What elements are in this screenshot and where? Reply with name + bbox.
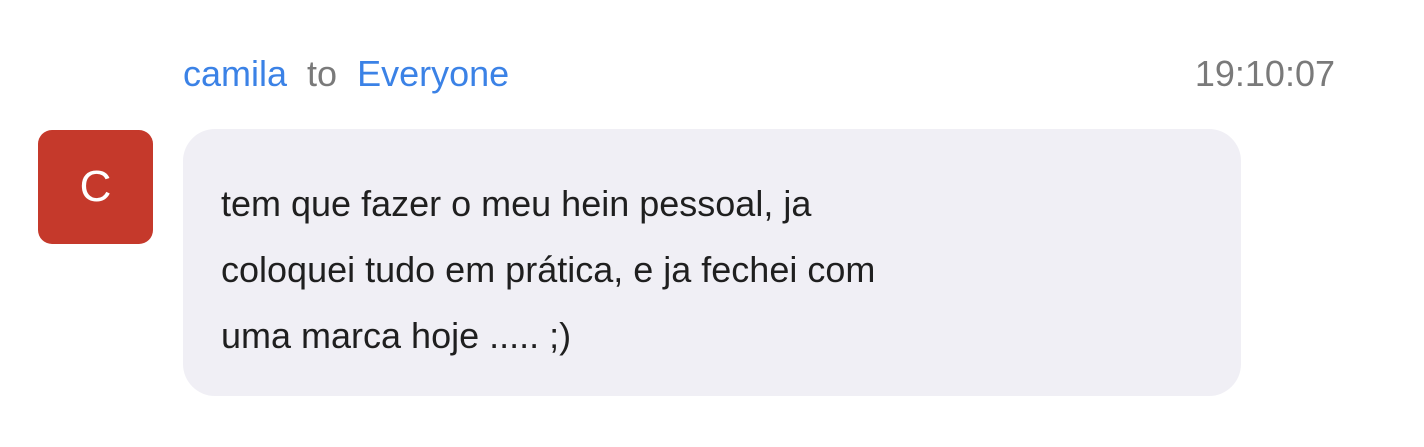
avatar-initial: C (79, 162, 112, 211)
message-bubble: tem que fazer o meu hein pessoal, ja col… (183, 129, 1241, 396)
message-header: camila to Everyone 19:10:07 (183, 50, 1335, 98)
recipient-link[interactable]: Everyone (357, 53, 509, 95)
message-timestamp: 19:10:07 (1194, 53, 1335, 94)
chat-message: camila to Everyone 19:10:07 C tem que fa… (0, 0, 1424, 447)
sender-name-link[interactable]: camila (183, 53, 287, 95)
message-text: tem que fazer o meu hein pessoal, ja col… (221, 183, 876, 356)
avatar[interactable]: C (38, 130, 153, 244)
to-label: to (307, 53, 338, 94)
